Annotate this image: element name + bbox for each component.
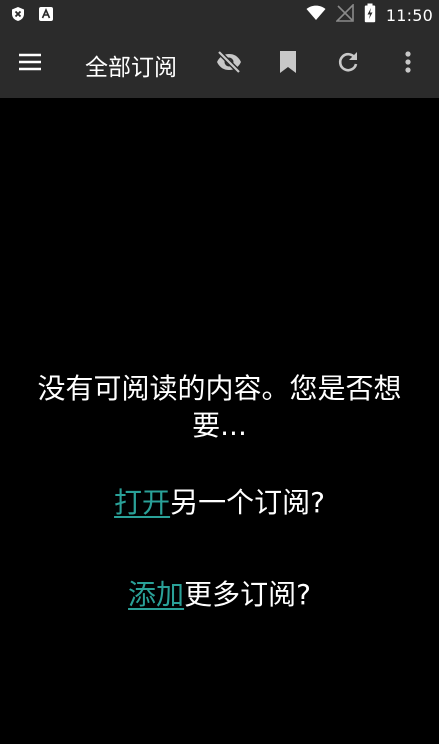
open-other-line: 打开另一个订阅? <box>0 484 439 521</box>
article-list-area: 没有可阅读的内容。您是否想要... 打开另一个订阅? 添加更多订阅? <box>0 98 439 744</box>
font-a-icon <box>38 6 54 22</box>
shield-x-icon <box>10 6 26 22</box>
page-title: 全部订阅 <box>85 55 177 81</box>
hide-read-button[interactable] <box>209 44 249 84</box>
more-vert-icon <box>404 50 412 78</box>
add-rest-text: 更多订阅? <box>184 578 311 611</box>
menu-button[interactable] <box>10 44 50 84</box>
add-link[interactable]: 添加 <box>128 578 184 611</box>
status-right: 11:50 <box>306 3 433 27</box>
eye-off-icon <box>215 50 243 78</box>
add-more-line: 添加更多订阅? <box>0 576 439 613</box>
menu-icon <box>18 50 42 78</box>
more-options-button[interactable] <box>388 44 428 84</box>
refresh-icon <box>336 50 360 78</box>
wifi-icon <box>306 5 326 25</box>
status-bar: 11:50 <box>0 0 439 30</box>
app-screen: 11:50 全部订阅 没有可阅读的内容。您是否想要... 打开另一个订阅? 添加… <box>0 0 439 744</box>
toolbar: 全部订阅 <box>0 30 439 98</box>
open-rest-text: 另一个订阅? <box>170 486 325 519</box>
status-left-icons <box>10 6 54 22</box>
open-link[interactable]: 打开 <box>114 486 170 519</box>
signal-off-icon <box>334 3 354 26</box>
empty-message: 没有可阅读的内容。您是否想要... <box>37 372 402 442</box>
status-time: 11:50 <box>385 5 433 25</box>
refresh-button[interactable] <box>328 44 368 84</box>
bookmark-icon <box>278 50 298 78</box>
battery-charging-icon <box>364 3 376 27</box>
bookmark-button[interactable] <box>268 44 308 84</box>
